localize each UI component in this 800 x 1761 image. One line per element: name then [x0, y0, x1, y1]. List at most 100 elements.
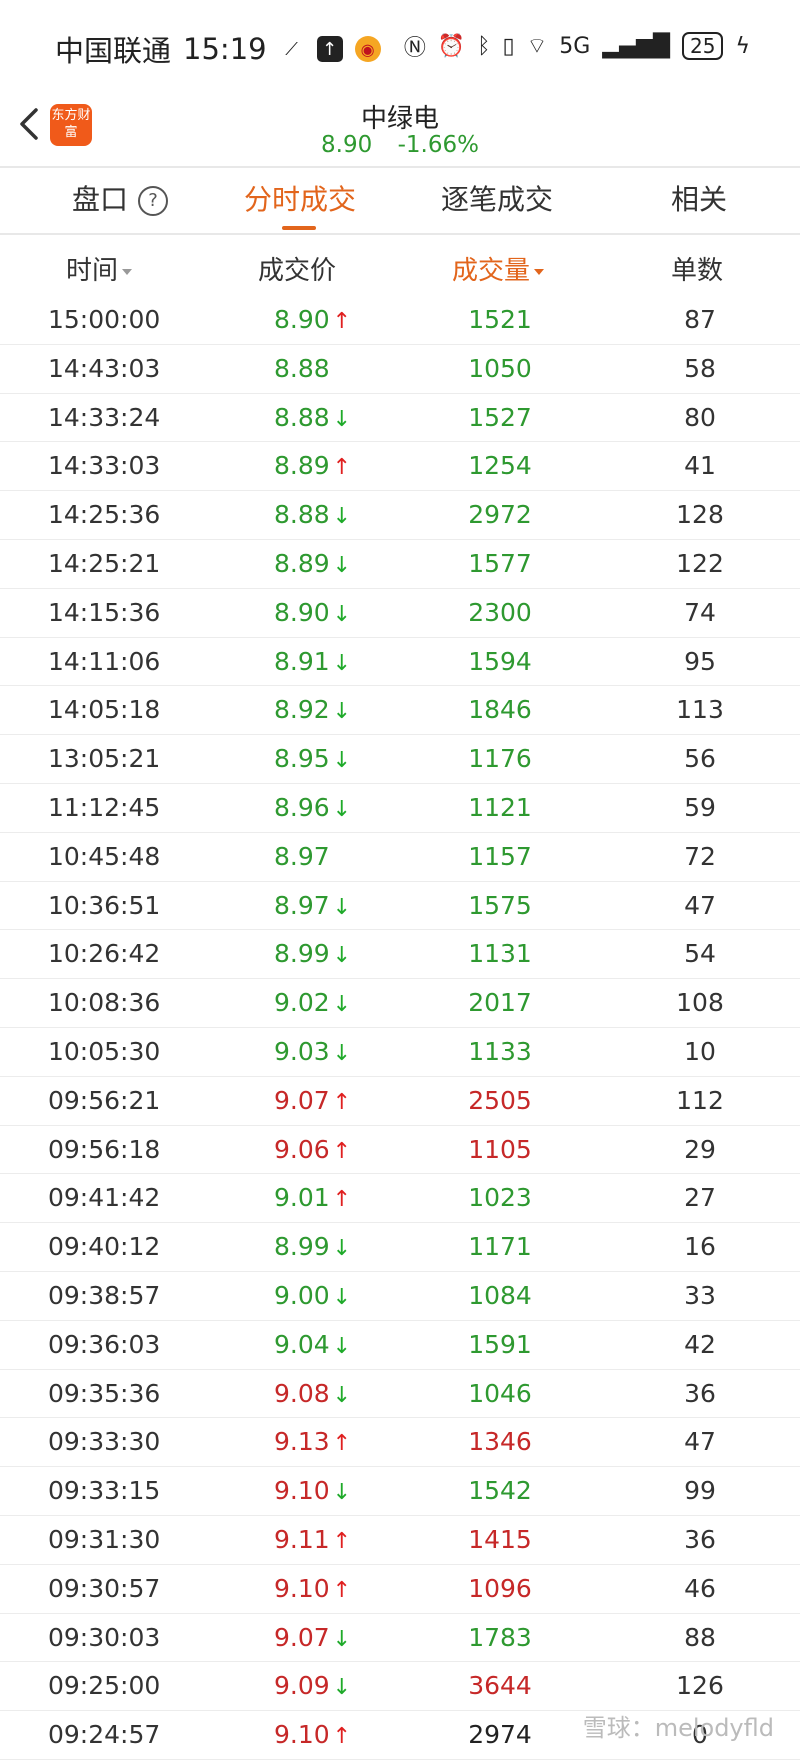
table-row[interactable]: 10:05:30 9.03 ↓ 1133 10 — [0, 1028, 800, 1077]
trade-price-cell: 8.88 ↓ — [274, 394, 351, 444]
network-type: 5G — [559, 33, 591, 59]
table-row[interactable]: 14:43:03 8.88 1050 58 — [0, 345, 800, 394]
trade-price: 9.10 — [274, 1476, 330, 1506]
trade-time: 15:00:00 — [48, 305, 161, 334]
trade-time: 10:36:51 — [48, 890, 161, 920]
trade-price: 9.10 — [274, 1573, 330, 1603]
table-row[interactable]: 10:45:48 8.97 1157 72 — [0, 833, 800, 882]
trade-volume: 3644 — [468, 1671, 532, 1701]
trade-time: 09:36:03 — [48, 1329, 161, 1359]
trade-volume: 1542 — [468, 1476, 532, 1506]
trade-price-cell: 9.02 ↓ — [274, 979, 351, 1029]
table-row[interactable]: 10:26:42 8.99 ↓ 1131 54 — [0, 930, 800, 980]
arrow-down-icon: ↓ — [332, 1236, 352, 1262]
trades-table: 15:00:00 8.90 ↑ 1521 87 14:43:03 8.88 1050 58 14:… — [0, 296, 800, 1760]
trade-price: 8.91 — [274, 646, 330, 676]
table-row[interactable]: 14:11:06 8.91 ↓ 1594 95 — [0, 638, 800, 687]
trade-price: 8.92 — [274, 695, 330, 725]
table-row[interactable]: 09:30:57 9.10 ↑ 1096 46 — [0, 1565, 800, 1614]
table-row[interactable]: 09:38:57 9.00 ↓ 1084 33 — [0, 1272, 800, 1321]
weibo-icon: ◉ — [354, 36, 381, 62]
trade-count: 10 — [684, 1036, 716, 1066]
trade-price: 9.00 — [274, 1280, 330, 1310]
table-row[interactable]: 09:36:03 9.04 ↓ 1591 42 — [0, 1321, 800, 1370]
trade-time: 09:38:57 — [48, 1280, 161, 1310]
arrow-down-icon: ↓ — [332, 650, 352, 676]
table-row[interactable]: 09:41:42 9.01 ↑ 1023 27 — [0, 1174, 800, 1224]
table-row[interactable]: 09:56:18 9.06 ↑ 1105 29 — [0, 1126, 800, 1175]
column-header-volume[interactable]: 成交量 — [452, 250, 545, 287]
trade-time: 14:15:36 — [48, 597, 161, 627]
arrow-down-icon: ↓ — [332, 699, 352, 725]
table-row[interactable]: 09:30:03 9.07 ↓ 1783 88 — [0, 1614, 800, 1663]
trade-price-cell: 8.90 ↓ — [274, 589, 352, 639]
charging-icon: ϟ — [735, 33, 750, 59]
trade-count: 128 — [676, 500, 724, 530]
table-row[interactable]: 14:33:03 8.89 ↑ 1254 41 — [0, 442, 800, 492]
help-icon[interactable]: ? — [138, 186, 169, 216]
trade-price-cell: 9.07 ↓ — [274, 1614, 351, 1664]
trade-time: 09:24:57 — [48, 1720, 161, 1750]
trade-price: 8.90 — [274, 597, 330, 627]
table-row[interactable]: 13:05:21 8.95 ↓ 1176 56 — [0, 735, 800, 784]
tab-bar: 盘口? 分时成交 逐笔成交 相关 — [0, 168, 800, 234]
trade-time: 09:30:03 — [48, 1622, 161, 1652]
trade-price-cell: 8.91 ↓ — [274, 638, 352, 688]
table-row[interactable]: 15:00:00 8.90 ↑ 1521 87 — [0, 296, 800, 345]
table-row[interactable]: 14:05:18 8.92 ↓ 1846 113 — [0, 686, 800, 736]
column-header-time[interactable]: 时间 — [66, 250, 133, 287]
table-row[interactable]: 11:12:45 8.96 ↓ 1121 59 — [0, 784, 800, 833]
table-row[interactable]: 10:08:36 9.02 ↓ 2017 108 — [0, 979, 800, 1028]
trade-price: 9.13 — [274, 1427, 330, 1457]
column-header-count: 单数 — [671, 256, 724, 286]
trade-time: 09:56:18 — [48, 1134, 161, 1164]
table-row[interactable]: 14:33:24 8.88 ↓ 1527 80 — [0, 394, 800, 443]
column-label: 时间 — [66, 256, 119, 286]
table-row[interactable]: 14:25:36 8.88 ↓ 2972 128 — [0, 491, 800, 540]
table-row[interactable]: 14:15:36 8.90 ↓ 2300 74 — [0, 589, 800, 638]
arrow-down-icon: ↓ — [332, 504, 352, 530]
trade-price-cell: 9.10 ↓ — [274, 1467, 352, 1517]
trade-volume: 1105 — [468, 1134, 532, 1164]
arrow-down-icon: ↓ — [332, 601, 352, 627]
table-row[interactable]: 09:40:12 8.99 ↓ 1171 16 — [0, 1223, 800, 1272]
trade-count: 59 — [684, 792, 716, 822]
tab-tick-trades[interactable]: 逐笔成交 — [441, 178, 553, 218]
trade-count: 80 — [684, 402, 716, 432]
arrow-down-icon: ↓ — [332, 1040, 352, 1066]
table-row[interactable]: 09:25:00 9.09 ↓ 3644 126 — [0, 1662, 800, 1712]
battery-icon: 25 — [682, 32, 724, 60]
trade-price: 8.96 — [274, 792, 330, 822]
table-row[interactable]: 09:56:21 9.07 ↑ 2505 112 — [0, 1077, 800, 1126]
tab-minute-trades[interactable]: 分时成交 — [244, 178, 356, 218]
trade-time: 14:43:03 — [48, 353, 161, 383]
trade-time: 10:05:30 — [48, 1036, 161, 1066]
trade-time: 11:12:45 — [48, 792, 161, 822]
table-row[interactable]: 14:25:21 8.89 ↓ 1577 122 — [0, 540, 800, 589]
table-row[interactable]: 09:35:36 9.08 ↓ 1046 36 — [0, 1370, 800, 1419]
arrow-down-icon: ↓ — [332, 1284, 352, 1310]
table-row[interactable]: 09:33:30 9.13 ↑ 1346 47 — [0, 1418, 800, 1468]
tab-related[interactable]: 相关 — [671, 178, 727, 218]
table-row[interactable]: 09:31:30 9.11 ↑ 1415 36 — [0, 1516, 800, 1565]
active-tab-indicator — [282, 226, 316, 230]
trade-volume: 2974 — [468, 1720, 532, 1750]
trade-price-cell: 8.97 ↓ — [274, 882, 351, 932]
trade-count: 108 — [676, 988, 724, 1018]
wifi-icon: ⌔ — [526, 34, 548, 59]
arrow-down-icon: ↓ — [332, 1480, 352, 1506]
table-row[interactable]: 09:33:15 9.10 ↓ 1542 99 — [0, 1467, 800, 1516]
alarm-icon: ⏰ — [437, 33, 466, 59]
trade-price: 8.88 — [274, 500, 330, 530]
trade-volume: 1157 — [468, 841, 532, 871]
trade-time: 14:05:18 — [48, 695, 161, 725]
table-row[interactable]: 10:36:51 8.97 ↓ 1575 47 — [0, 882, 800, 931]
tab-order-book[interactable]: 盘口? — [72, 178, 169, 218]
trade-price-cell: 9.11 ↑ — [274, 1516, 352, 1566]
trade-volume: 1846 — [468, 695, 532, 725]
trade-count: 33 — [684, 1280, 716, 1310]
clock: 15:19 — [183, 32, 267, 66]
arrow-up-icon: ↑ — [332, 1528, 352, 1554]
trade-price-cell: 9.07 ↑ — [274, 1077, 351, 1127]
arrow-up-icon: ↑ — [332, 455, 352, 481]
